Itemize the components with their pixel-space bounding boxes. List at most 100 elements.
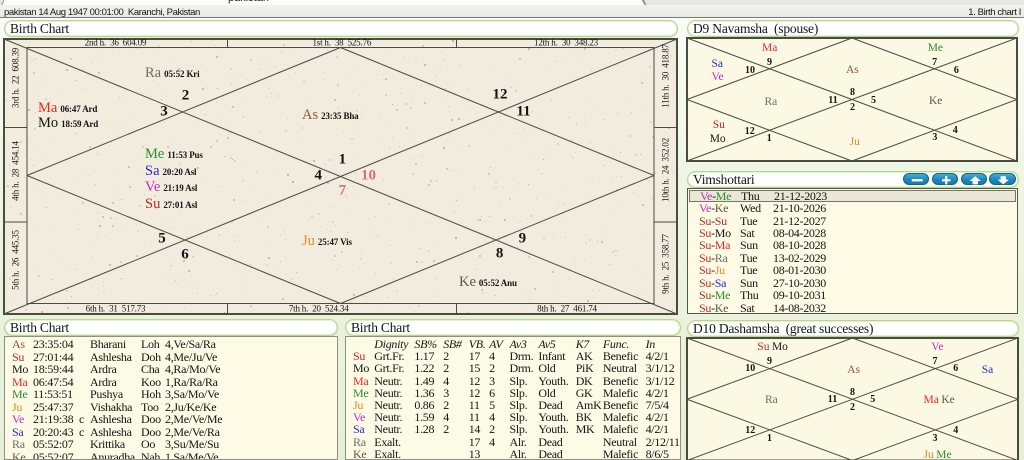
vimshottari-list[interactable]: Ve-Me Thu 21-12-2023 Ve-Ke Wed 21-10-2026 Su-S… bbox=[687, 188, 1018, 314]
house-number-3: 3 bbox=[932, 132, 938, 144]
planet-abbr-ra: Ra bbox=[764, 95, 778, 108]
dasha-weekday: Tue bbox=[740, 250, 758, 265]
longitude: 18:59:44 bbox=[33, 362, 74, 377]
house-number-5: 5 bbox=[158, 230, 166, 247]
nakshatra: Krittika bbox=[90, 437, 125, 452]
main-chart-header: Birth Chart bbox=[4, 20, 678, 37]
dasha-name: Su-Ke bbox=[699, 300, 729, 315]
details-cell: Neutr. bbox=[374, 373, 403, 388]
dasha-name: Ve-Ke bbox=[699, 201, 729, 216]
name-syllable: Doo bbox=[141, 412, 161, 427]
house-number-2: 2 bbox=[181, 87, 190, 104]
details-cell: 2 bbox=[489, 361, 495, 376]
details-header-av5: Av5 bbox=[538, 337, 556, 352]
house-number-11: 11 bbox=[827, 394, 838, 406]
details-cell: Youth. bbox=[538, 373, 569, 388]
dasha-row-ve-ke[interactable]: Ve-Ke Wed 21-10-2026 bbox=[689, 202, 1016, 214]
longitude: 23:35:04 bbox=[33, 337, 74, 352]
d9-navamsha-chart[interactable]: 9 10 7 6 8 11 5 2 12 1 3 4 Ma Me Sa Ve As Ra Ke Su Mo Ju bbox=[686, 37, 1018, 162]
planet-label-as: As bbox=[847, 361, 860, 377]
details-cell: 4 bbox=[489, 410, 495, 425]
details-cell: Neutral bbox=[602, 434, 637, 449]
planet-degree-text: 11:53 Pus bbox=[167, 149, 203, 160]
details-cell: 4/2/1 bbox=[645, 385, 669, 400]
details-cell: 13 bbox=[468, 446, 481, 460]
dasha-row-su-mo[interactable]: Su-Mo Sat 08-04-2028 bbox=[689, 227, 1016, 239]
pada-lords: 2,Me/Ve/Ra bbox=[165, 424, 220, 439]
planet-abbr: As bbox=[12, 337, 25, 352]
dasha-up-button[interactable] bbox=[960, 172, 987, 186]
details-cell: Neutr. bbox=[374, 422, 403, 437]
details-cell: Old bbox=[538, 361, 556, 376]
planet-abbr: Ju bbox=[12, 399, 23, 414]
planet-abbr: Mo bbox=[12, 362, 29, 377]
position-row-ve: Ve 21:19:38 c Ashlesha Doo 2,Me/Ve/Me bbox=[5, 413, 337, 426]
dasha-minus-button[interactable] bbox=[902, 172, 929, 186]
name-syllable: Oo bbox=[141, 437, 156, 452]
planet-abbr: Su bbox=[353, 349, 366, 364]
planet-abbr-ke: Ke bbox=[929, 94, 943, 107]
details-cell: Dead bbox=[538, 434, 563, 449]
planet-abbr-ke: Ke bbox=[459, 274, 476, 290]
details-cell: 11 bbox=[468, 410, 480, 425]
planet-degree-text: 23:35 Bha bbox=[321, 111, 359, 121]
nakshatra: Ashlesha bbox=[90, 424, 132, 439]
table2-title: Birth Chart bbox=[351, 319, 410, 335]
tab-pakistan-label[interactable]: pakistan bbox=[228, 0, 269, 4]
info-bar: pakistan 14 Aug 1947 00:01:00 Karanchi, … bbox=[0, 5, 1024, 18]
house-number-10: 10 bbox=[745, 65, 755, 76]
details-cell: Exalt. bbox=[374, 434, 401, 449]
planet-positions-table[interactable]: As 23:35:04 Bharani Loh 4,Ve/Sa/Ra Su 27:01:44… bbox=[4, 336, 338, 460]
details-cell: Slp. bbox=[509, 410, 528, 425]
planet-abbr-as: As bbox=[847, 363, 861, 376]
planet-abbr-ve: Ve bbox=[931, 340, 944, 353]
dasha-date: 08-01-2030 bbox=[773, 263, 826, 278]
details-cell: 3 bbox=[489, 373, 495, 388]
details-cell: 12 bbox=[468, 385, 481, 400]
details-cell: 12 bbox=[468, 373, 481, 388]
dasha-row-su-su[interactable]: Su-Su Tue 21-12-2027 bbox=[689, 214, 1016, 227]
pada-lords: 4,Ra/Mo/Ve bbox=[165, 362, 221, 377]
planet-degree-text: 18:59 Ard bbox=[61, 118, 99, 129]
details-cell: 4/2/1 bbox=[645, 410, 669, 425]
house-number-1: 1 bbox=[767, 432, 772, 444]
details-row-ke: Ke Exalt. 13 Alr. Dead Malefic 8/6/5 bbox=[346, 446, 680, 460]
house-number-11: 11 bbox=[516, 103, 531, 119]
jhora-window: pakistan pakistan 14 Aug 1947 00:01:00 K… bbox=[0, 0, 1024, 460]
details-header-func: Func. bbox=[602, 337, 630, 352]
details-cell: Dead bbox=[538, 398, 563, 413]
d10-dashamsha-chart[interactable]: 9 10 7 6 8 11 5 2 12 1 3 4 Su Mo Ve As Sa Ra Ma Ke Ju Me bbox=[686, 337, 1019, 460]
longitude: 27:01:44 bbox=[33, 349, 74, 364]
dasha-row-su-ju[interactable]: Su-Ju Tue 08-01-2030 bbox=[689, 264, 1016, 276]
longitude: 11:53:51 bbox=[33, 387, 73, 402]
planet-abbr: Ra bbox=[353, 434, 366, 449]
planet-abbr: Ju bbox=[353, 398, 364, 413]
planet-details-table[interactable]: Dignity SB% SB# VB. AV Av3 Av5 K7 Func. In Su Grt.F… bbox=[345, 336, 681, 460]
house-number-7: 7 bbox=[932, 355, 938, 367]
details-header-sb: SB# bbox=[443, 337, 462, 352]
dasha-row-su-ra[interactable]: Su-Ra Tue 13-02-2029 bbox=[689, 252, 1016, 264]
details-cell: MK bbox=[575, 422, 595, 437]
dasha-down-button[interactable] bbox=[989, 172, 1016, 186]
dasha-row-su-ke[interactable]: Su-Ke Sat 14-08-2032 bbox=[689, 302, 1016, 314]
details-cell: Benefic bbox=[602, 349, 639, 364]
main-birth-chart[interactable]: 2nd h. 36 604.09 1st h. 38 525.76 12th h. … bbox=[3, 38, 678, 315]
dasha-date: 08-04-2028 bbox=[773, 226, 826, 241]
nakshatra: Ardra bbox=[90, 374, 117, 389]
planet-label-ra: Ra 05:52 Kri bbox=[145, 65, 200, 81]
dasha-row-ve-me[interactable]: Ve-Me Thu 21-12-2023 bbox=[689, 189, 1016, 202]
details-cell: 4/2/1 bbox=[645, 422, 669, 437]
dasha-weekday: Wed bbox=[740, 201, 761, 216]
house-number-8: 8 bbox=[850, 386, 855, 398]
details-cell: 1.17 bbox=[414, 349, 435, 364]
d10-title: D10 Dashamsha (great successes) bbox=[693, 320, 874, 336]
planet-abbr: Su bbox=[12, 349, 25, 364]
dasha-row-su-ma[interactable]: Su-Ma Sun 08-10-2028 bbox=[689, 239, 1016, 251]
dasha-row-su-sa[interactable]: Su-Sa Sun 27-10-2030 bbox=[689, 277, 1016, 289]
pada-lords: 2,Ju/Ke/Ke bbox=[165, 399, 217, 414]
details-header-in: In bbox=[645, 337, 656, 352]
planet-label-me: Me 11:53 Pus bbox=[145, 146, 203, 162]
planet-abbr-ju: Ju bbox=[849, 136, 860, 148]
dasha-row-su-me[interactable]: Su-Me Thu 09-10-2031 bbox=[689, 289, 1016, 301]
dasha-plus-button[interactable] bbox=[931, 172, 959, 186]
